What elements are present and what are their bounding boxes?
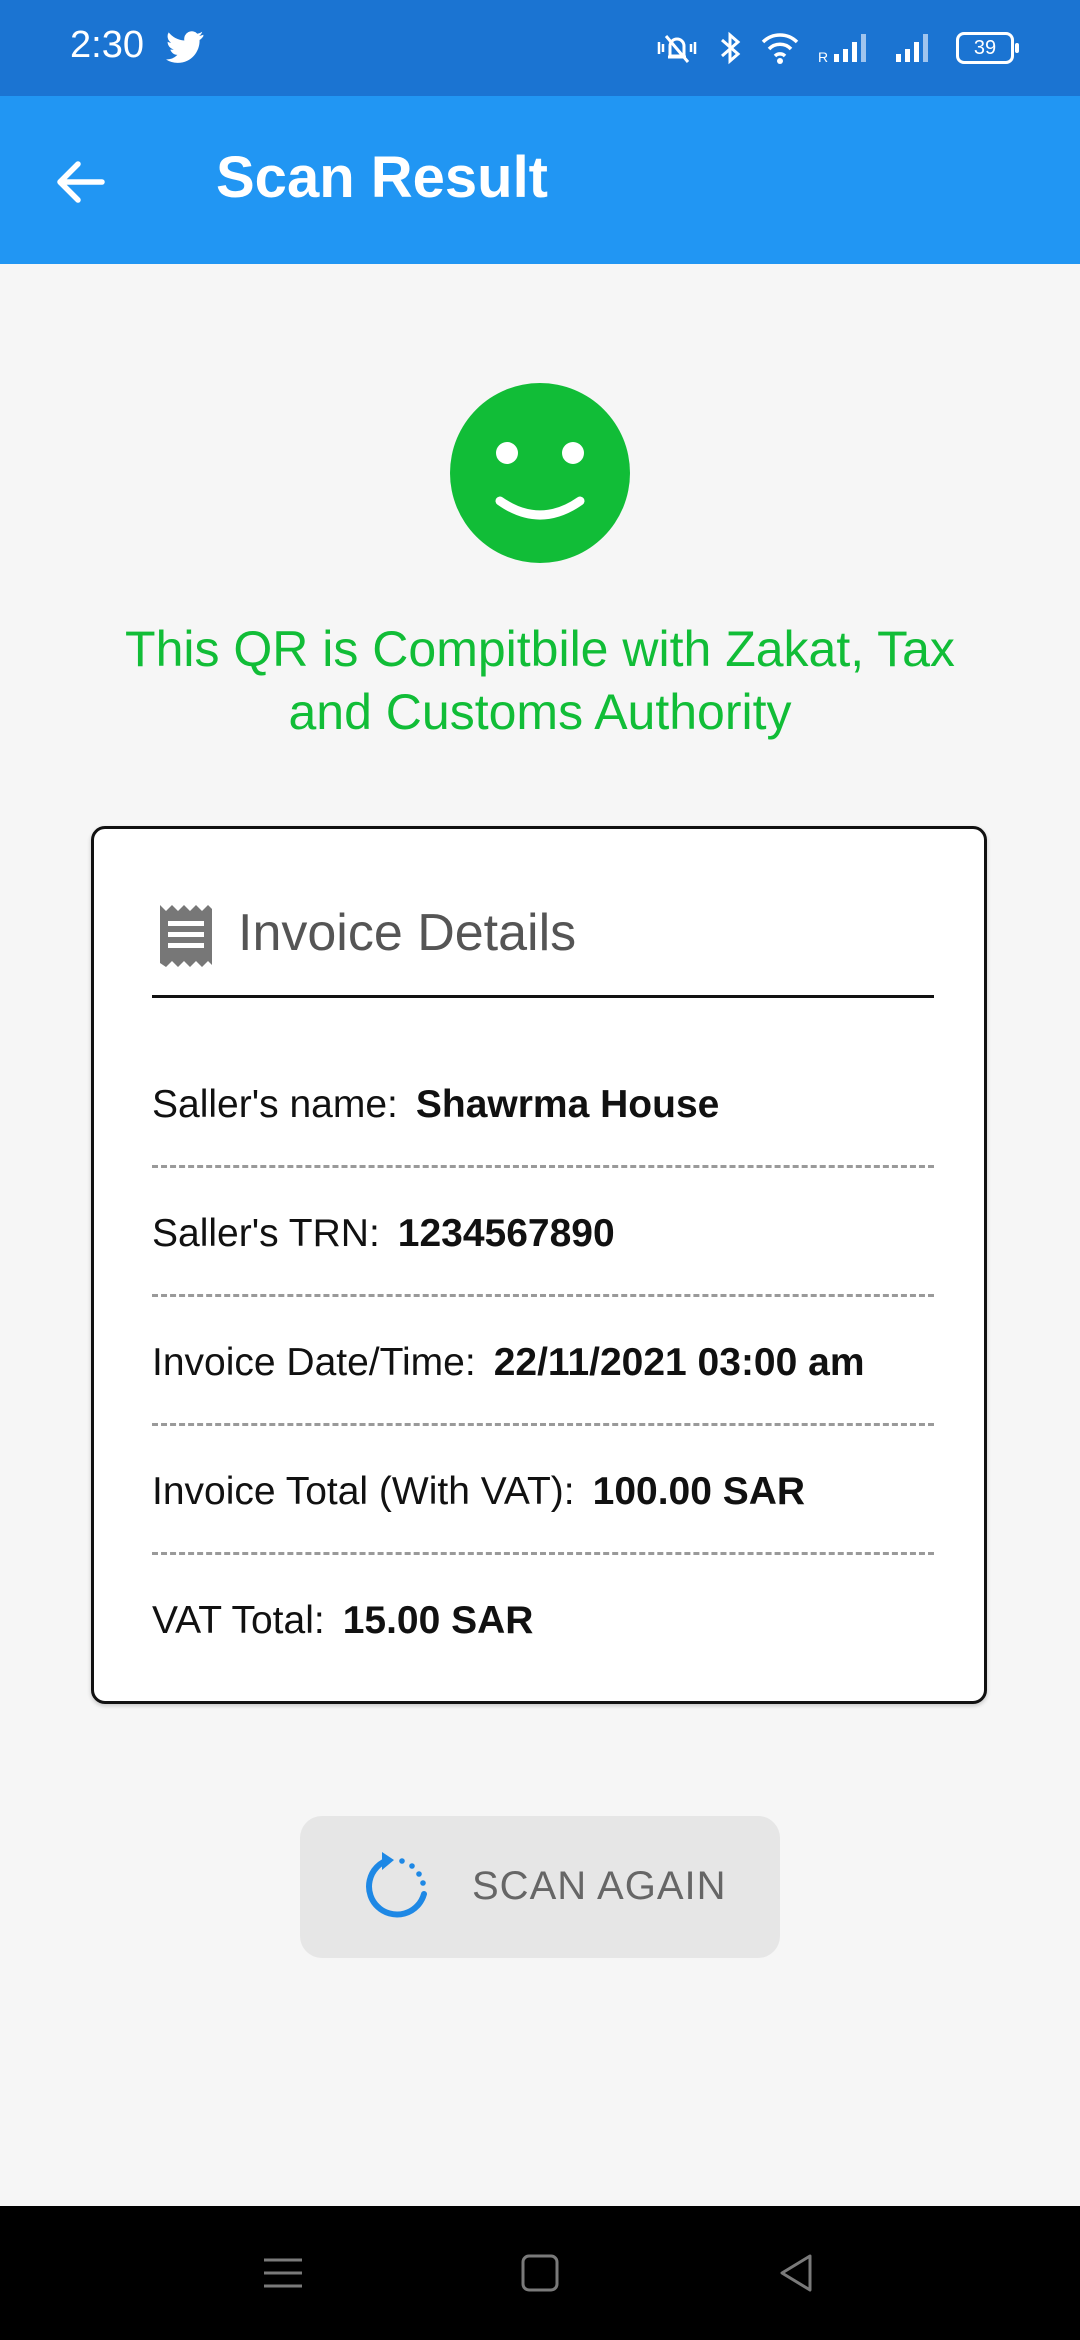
menu-icon[interactable] bbox=[258, 2248, 308, 2298]
signal-icon: R bbox=[818, 34, 866, 65]
vibrate-icon bbox=[657, 35, 697, 63]
refresh-icon bbox=[366, 1852, 427, 1918]
divider bbox=[152, 995, 934, 998]
invoice-date-row: Invoice Date/Time: 22/11/2021 03:00 am bbox=[152, 1341, 942, 1385]
bluetooth-icon bbox=[721, 31, 741, 65]
result-message: This QR is Compitbile with Zakat, Tax an… bbox=[125, 621, 955, 740]
twitter-icon bbox=[166, 31, 204, 63]
seller-name-row: Saller's name: Shawrma House bbox=[152, 1083, 942, 1127]
row-label: Invoice Date/Time: bbox=[152, 1341, 476, 1384]
battery-icon: 39 bbox=[956, 32, 1019, 64]
row-value: 100.00 SAR bbox=[592, 1470, 806, 1513]
navigation-bar bbox=[0, 2206, 1080, 2340]
receipt-icon bbox=[160, 905, 212, 967]
row-value: 15.00 SAR bbox=[342, 1599, 534, 1642]
row-value: 22/11/2021 03:00 am bbox=[493, 1341, 865, 1384]
status-bar: 2:30 R 39 bbox=[0, 0, 1080, 96]
scan-again-label: SCAN AGAIN bbox=[472, 1864, 727, 1908]
dashed-divider bbox=[152, 1165, 934, 1168]
app-bar: Scan Result bbox=[0, 96, 1080, 264]
row-value: Shawrma House bbox=[415, 1083, 720, 1126]
scan-again-button[interactable]: SCAN AGAIN bbox=[300, 1816, 780, 1958]
dashed-divider bbox=[152, 1294, 934, 1297]
row-label: VAT Total: bbox=[152, 1599, 325, 1642]
page-title: Scan Result bbox=[216, 145, 548, 210]
row-label: Invoice Total (With VAT): bbox=[152, 1470, 575, 1513]
dashed-divider bbox=[152, 1552, 934, 1555]
status-time: 2:30 bbox=[70, 24, 144, 66]
network-label: R bbox=[818, 49, 828, 65]
dashed-divider bbox=[152, 1423, 934, 1426]
arrow-left-icon[interactable] bbox=[52, 154, 108, 210]
seller-trn-row: Saller's TRN: 1234567890 bbox=[152, 1212, 942, 1256]
invoice-details-card: Invoice Details Saller's name: Shawrma Ho… bbox=[91, 826, 987, 1704]
invoice-total-row: Invoice Total (With VAT): 100.00 SAR bbox=[152, 1470, 942, 1514]
row-label: Saller's TRN: bbox=[152, 1212, 380, 1255]
card-header: Invoice Details bbox=[154, 889, 928, 989]
row-value: 1234567890 bbox=[397, 1212, 615, 1255]
status-icons: R 39 bbox=[654, 28, 1019, 68]
home-square-icon[interactable] bbox=[515, 2248, 565, 2298]
smiley-face-icon bbox=[450, 383, 630, 563]
row-label: Saller's name: bbox=[152, 1083, 398, 1126]
wifi-icon bbox=[761, 33, 799, 64]
signal-icon bbox=[896, 34, 928, 62]
back-triangle-icon[interactable] bbox=[772, 2248, 822, 2298]
vat-total-row: VAT Total: 15.00 SAR bbox=[152, 1599, 942, 1643]
card-title: Invoice Details bbox=[238, 904, 577, 962]
